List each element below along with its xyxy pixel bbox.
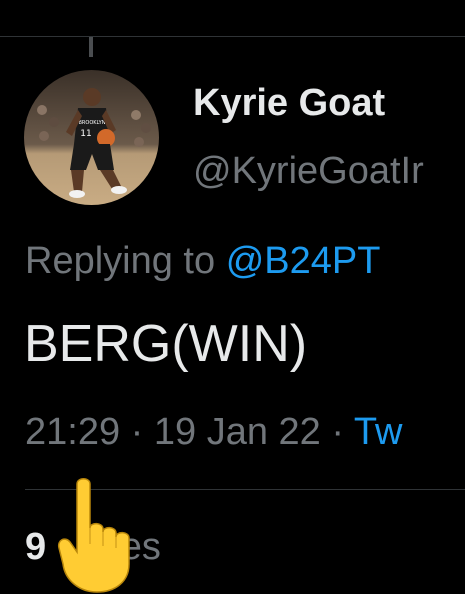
tweet-meta-line: 21:29 · 19 Jan 22 · Tw [25, 411, 465, 454]
tweet-source-link[interactable]: Tw [354, 411, 403, 453]
user-handle[interactable]: @KyrieGoatIr [193, 150, 465, 193]
avatar[interactable]: BROOKLYN 11 [24, 70, 159, 205]
svg-text:BROOKLYN: BROOKLYN [79, 120, 106, 126]
thread-connector-line [89, 37, 93, 57]
meta-separator: · [331, 411, 345, 453]
tweet-time[interactable]: 21:29 [25, 411, 120, 453]
jersey-number: 11 [80, 129, 91, 139]
meta-separator: · [130, 411, 144, 453]
replying-to-line: Replying to @B24PT [25, 240, 380, 283]
tweet-date[interactable]: 19 Jan 22 [154, 411, 321, 453]
display-name[interactable]: Kyrie Goat [193, 82, 385, 125]
replying-to-handle-link[interactable]: @B24PT [226, 240, 381, 282]
likes-count: 9 [25, 526, 47, 568]
basketball-player-avatar-icon: BROOKLYN 11 [24, 70, 159, 205]
tweet-text: BERG(WIN) [24, 315, 308, 373]
top-divider [0, 36, 465, 37]
replying-to-label: Replying to [25, 240, 216, 282]
pointing-hand-emoji-icon [57, 478, 130, 593]
